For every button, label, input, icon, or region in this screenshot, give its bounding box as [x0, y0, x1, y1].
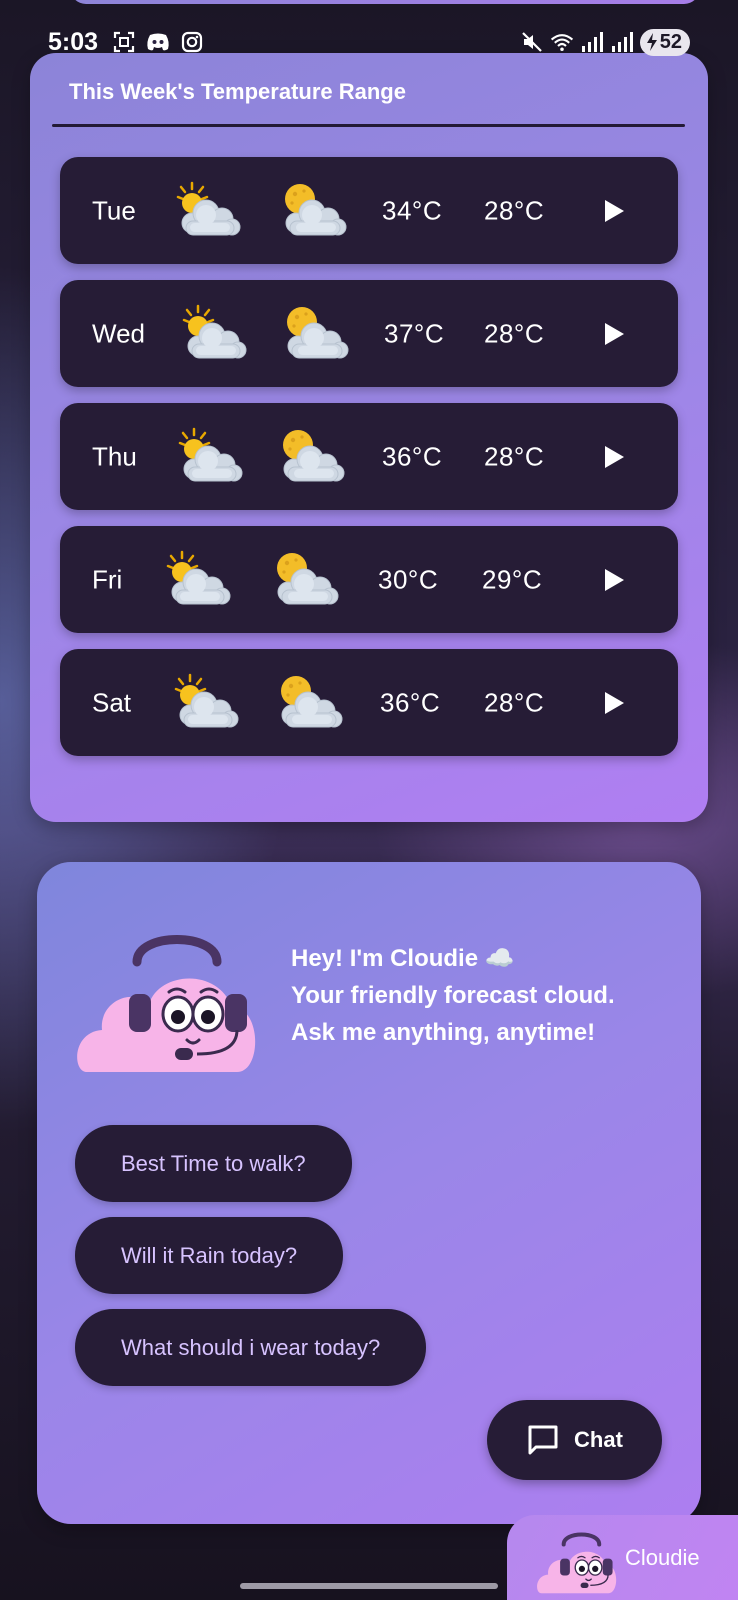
home-indicator[interactable] — [240, 1583, 498, 1589]
suggestion-label: Will it Rain today? — [121, 1242, 298, 1268]
partly-cloudy-night-icon — [276, 427, 346, 487]
play-icon[interactable] — [598, 442, 628, 472]
high-temp: 34°C — [382, 195, 443, 225]
partly-cloudy-night-icon — [278, 181, 348, 241]
suggestion-chip[interactable]: Best Time to walk? — [75, 1125, 352, 1202]
high-temp: 37°C — [384, 318, 445, 348]
partly-sunny-icon — [174, 427, 244, 487]
play-icon[interactable] — [598, 319, 628, 349]
chat-bubble-icon — [528, 1425, 558, 1455]
day-label: Tue — [92, 195, 136, 225]
intro-line-2: Your friendly forecast cloud. — [291, 982, 615, 1009]
wifi-icon — [550, 30, 574, 54]
weekly-card-title: This Week's Temperature Range — [69, 79, 406, 104]
intro-line-3: Ask me anything, anytime! — [291, 1019, 596, 1046]
mute-icon — [520, 30, 544, 54]
cloudie-mascot-icon — [537, 1525, 617, 1595]
signal-icon — [580, 30, 604, 54]
day-row[interactable]: Tue 34°C 28°C — [60, 157, 678, 264]
play-icon[interactable] — [598, 196, 628, 226]
low-temp: 29°C — [482, 564, 543, 594]
suggestion-chip[interactable]: Will it Rain today? — [75, 1217, 344, 1294]
chat-label: Chat — [574, 1427, 623, 1452]
play-icon[interactable] — [598, 565, 628, 595]
battery-indicator: 52 — [639, 28, 690, 56]
cloudie-tab[interactable]: Cloudie — [507, 1515, 738, 1600]
top-card-edge — [70, 0, 700, 4]
day-row[interactable]: Wed 37°C 28°C — [60, 280, 678, 387]
cloudie-intro: Hey! I'm Cloudie ☁️ Your friendly foreca… — [291, 940, 681, 1051]
discord-icon — [146, 30, 170, 54]
status-bar: 5:03 52 — [0, 24, 738, 60]
partly-sunny-icon — [170, 673, 240, 733]
partly-sunny-icon — [162, 550, 232, 610]
play-icon[interactable] — [598, 688, 628, 718]
signal-icon — [610, 30, 634, 54]
partly-cloudy-night-icon — [280, 304, 350, 364]
cloudie-mascot-icon — [77, 922, 257, 1072]
chat-button[interactable]: Chat — [487, 1400, 662, 1480]
day-row[interactable]: Fri 30°C 29°C — [60, 526, 678, 633]
suggestion-chip[interactable]: What should i wear today? — [75, 1309, 427, 1386]
intro-greeting: Hey! I'm Cloudie ☁️ — [291, 945, 515, 972]
tab-label: Cloudie — [625, 1545, 700, 1570]
divider — [52, 124, 685, 127]
battery-charging-icon — [646, 33, 657, 51]
day-label: Fri — [92, 564, 123, 594]
instagram-icon — [180, 30, 204, 54]
partly-cloudy-night-icon — [270, 550, 340, 610]
day-label: Sat — [92, 687, 132, 717]
day-row[interactable]: Thu 36°C 28°C — [60, 403, 678, 510]
partly-sunny-icon — [172, 181, 242, 241]
high-temp: 36°C — [380, 687, 441, 717]
low-temp: 28°C — [484, 318, 545, 348]
day-row[interactable]: Sat 36°C 28°C — [60, 649, 678, 756]
suggestion-label: What should i wear today? — [121, 1334, 381, 1360]
cloudie-assistant-card: Hey! I'm Cloudie ☁️ Your friendly foreca… — [37, 862, 701, 1524]
screenshot-icon — [112, 30, 136, 54]
partly-sunny-icon — [178, 304, 248, 364]
day-label: Wed — [92, 318, 145, 348]
low-temp: 28°C — [484, 441, 545, 471]
status-time: 5:03 — [48, 27, 99, 56]
low-temp: 28°C — [484, 195, 545, 225]
low-temp: 28°C — [484, 687, 545, 717]
high-temp: 36°C — [382, 441, 443, 471]
battery-level: 52 — [659, 30, 682, 53]
day-label: Thu — [92, 441, 137, 471]
weekly-temperature-card: This Week's Temperature Range Tue 34°C 2… — [30, 53, 708, 822]
partly-cloudy-night-icon — [274, 673, 344, 733]
suggestion-label: Best Time to walk? — [121, 1150, 306, 1176]
high-temp: 30°C — [378, 564, 439, 594]
